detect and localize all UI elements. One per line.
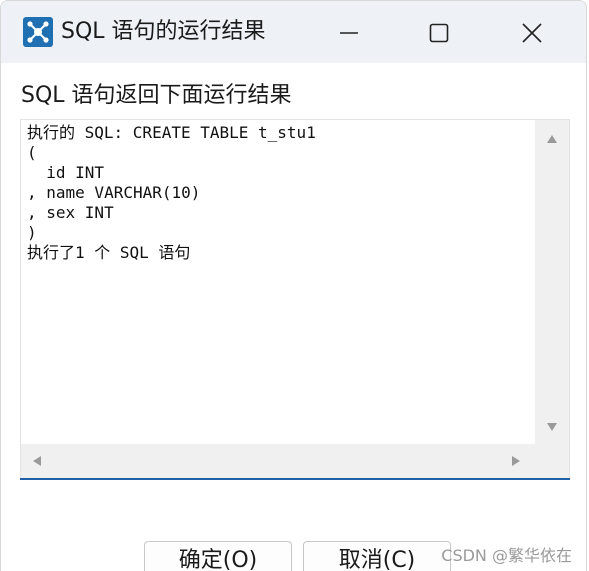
maximize-icon	[429, 23, 449, 43]
focus-underline	[20, 478, 570, 480]
scroll-left-icon[interactable]	[33, 456, 41, 466]
result-text[interactable]: 执行的 SQL: CREATE TABLE t_stu1 ( id INT , …	[27, 123, 316, 263]
result-textarea[interactable]: 执行的 SQL: CREATE TABLE t_stu1 ( id INT , …	[20, 119, 570, 479]
cancel-button[interactable]: 取消(C)	[303, 541, 451, 571]
watermark: CSDN @繁华依在	[441, 546, 572, 565]
vertical-scrollbar[interactable]	[535, 120, 569, 446]
scroll-up-icon[interactable]	[547, 135, 557, 143]
ok-button[interactable]: 确定(O)	[144, 541, 292, 571]
minimize-button[interactable]	[327, 14, 371, 52]
window-title: SQL 语句的运行结果	[61, 19, 266, 44]
title-bar[interactable]: SQL 语句的运行结果	[1, 1, 586, 63]
close-icon	[522, 23, 542, 43]
maximize-button[interactable]	[417, 14, 461, 52]
minimize-icon	[340, 32, 358, 34]
horizontal-scrollbar[interactable]	[21, 444, 569, 478]
network-hub-icon	[23, 17, 53, 47]
result-heading: SQL 语句返回下面运行结果	[21, 83, 292, 108]
scroll-down-icon[interactable]	[547, 423, 557, 431]
close-button[interactable]	[510, 14, 554, 52]
dialog-window: SQL 语句的运行结果 SQL 语句返回下面运行结果 执行的 SQL: CREA…	[0, 0, 587, 571]
scroll-right-icon[interactable]	[512, 456, 520, 466]
